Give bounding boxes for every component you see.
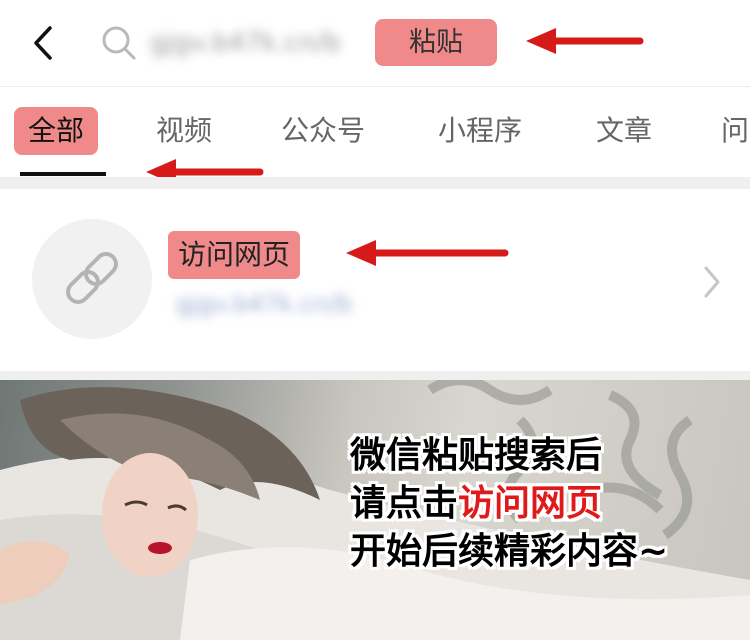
back-icon	[34, 26, 52, 60]
search-icon	[100, 24, 138, 62]
active-tab-indicator	[20, 172, 106, 176]
banner-line-1: 微信粘贴搜索后	[350, 435, 603, 476]
banner-line-3: 开始后续精彩内容~	[350, 531, 669, 572]
result-url: gjgv.b47k.cn/b	[176, 290, 353, 318]
link-avatar	[32, 219, 152, 339]
arrow-annotation-result	[346, 240, 509, 266]
promo-banner: 微信粘贴搜索后 请点击访问网页 开始后续精彩内容~	[0, 380, 750, 640]
visit-webpage-result[interactable]: 访问网页 gjgv.b47k.cn/b	[0, 189, 750, 371]
search-header: gjgv.b47k.cn/b 粘贴	[0, 0, 750, 86]
section-gap	[0, 371, 750, 380]
chevron-right-icon	[704, 266, 720, 298]
link-icon	[66, 252, 118, 304]
arrow-annotation-paste	[526, 28, 644, 54]
paste-button[interactable]: 粘贴	[375, 19, 497, 66]
tab-articles[interactable]: 文章	[596, 107, 652, 155]
back-button[interactable]	[26, 22, 66, 64]
tab-video[interactable]: 视频	[156, 107, 212, 155]
visit-webpage-title: 访问网页	[168, 231, 301, 279]
tab-all[interactable]: 全部	[14, 107, 99, 155]
tab-questions[interactable]: 问	[721, 107, 749, 155]
wechat-search-page: gjgv.b47k.cn/b 粘贴 全部 视频 公众号 小程序 文章 问 访问网…	[0, 0, 750, 640]
banner-caption: 微信粘贴搜索后 请点击访问网页 开始后续精彩内容~	[350, 432, 750, 576]
section-gap	[0, 177, 750, 189]
tab-bar: 全部 视频 公众号 小程序 文章 问	[0, 87, 750, 185]
banner-line-2-prefix: 请点击	[350, 483, 459, 524]
banner-line-2: 请点击访问网页	[350, 480, 750, 528]
tab-mini-programs[interactable]: 小程序	[438, 107, 522, 155]
tab-official-accounts[interactable]: 公众号	[281, 107, 365, 155]
search-input[interactable]: gjgv.b47k.cn/b	[150, 28, 370, 58]
banner-line-2-highlight: 访问网页	[458, 483, 603, 524]
